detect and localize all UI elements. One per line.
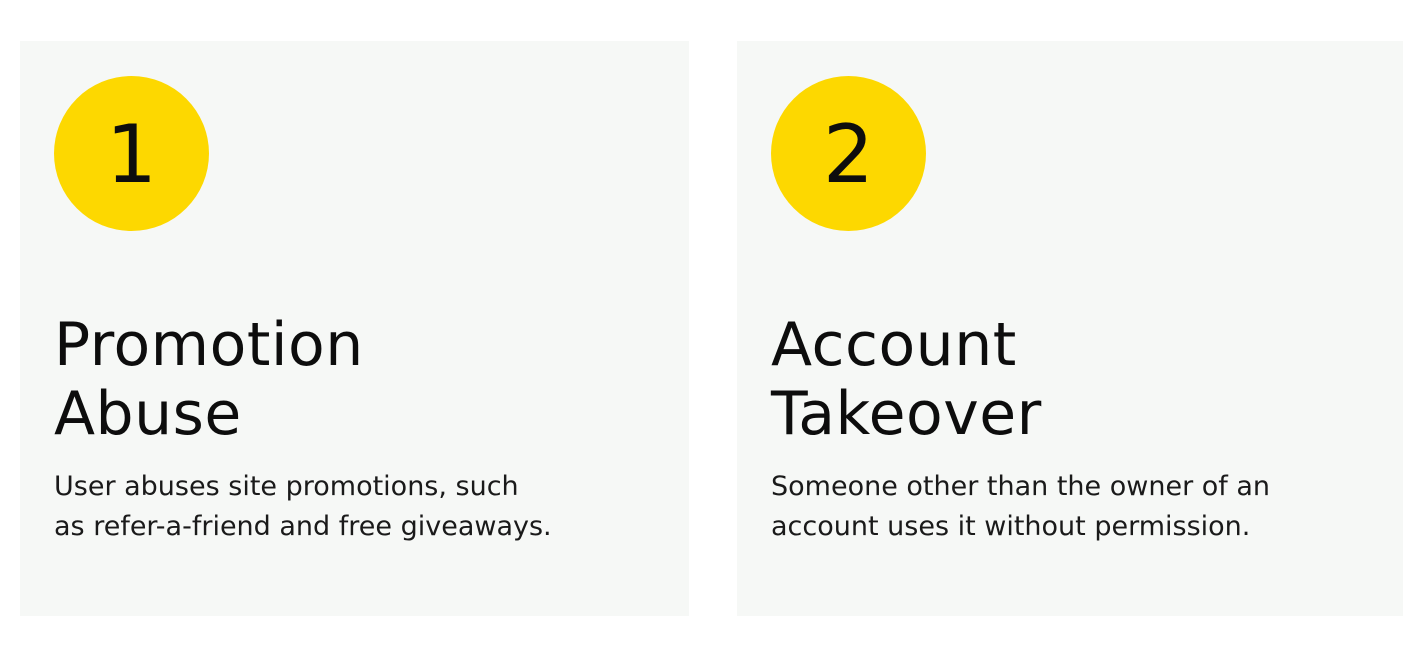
fraud-type-cards: 1 Promotion Abuse User abuses site promo… (20, 41, 1403, 616)
card-title: Account Takeover (771, 311, 1042, 449)
card-description-line: as refer-a-friend and free giveaways. (54, 511, 552, 542)
card-description-line: account uses it without permission. (771, 511, 1251, 542)
card-title-line: Promotion (54, 310, 364, 380)
card-description: Someone other than the owner of an accou… (771, 467, 1270, 547)
card-description: User abuses site promotions, such as ref… (54, 467, 552, 547)
card-description-line: Someone other than the owner of an (771, 471, 1271, 502)
card-title-line: Account (771, 310, 1017, 380)
card-title-line: Takeover (771, 379, 1042, 449)
badge-number: 2 (823, 107, 874, 201)
card-promotion-abuse: 1 Promotion Abuse User abuses site promo… (20, 41, 689, 616)
card-title: Promotion Abuse (54, 311, 364, 449)
number-badge: 1 (54, 76, 209, 231)
badge-number: 1 (106, 107, 157, 201)
number-badge: 2 (771, 76, 926, 231)
card-description-line: User abuses site promotions, such (54, 471, 519, 502)
card-title-line: Abuse (54, 379, 242, 449)
card-account-takeover: 2 Account Takeover Someone other than th… (737, 41, 1403, 616)
